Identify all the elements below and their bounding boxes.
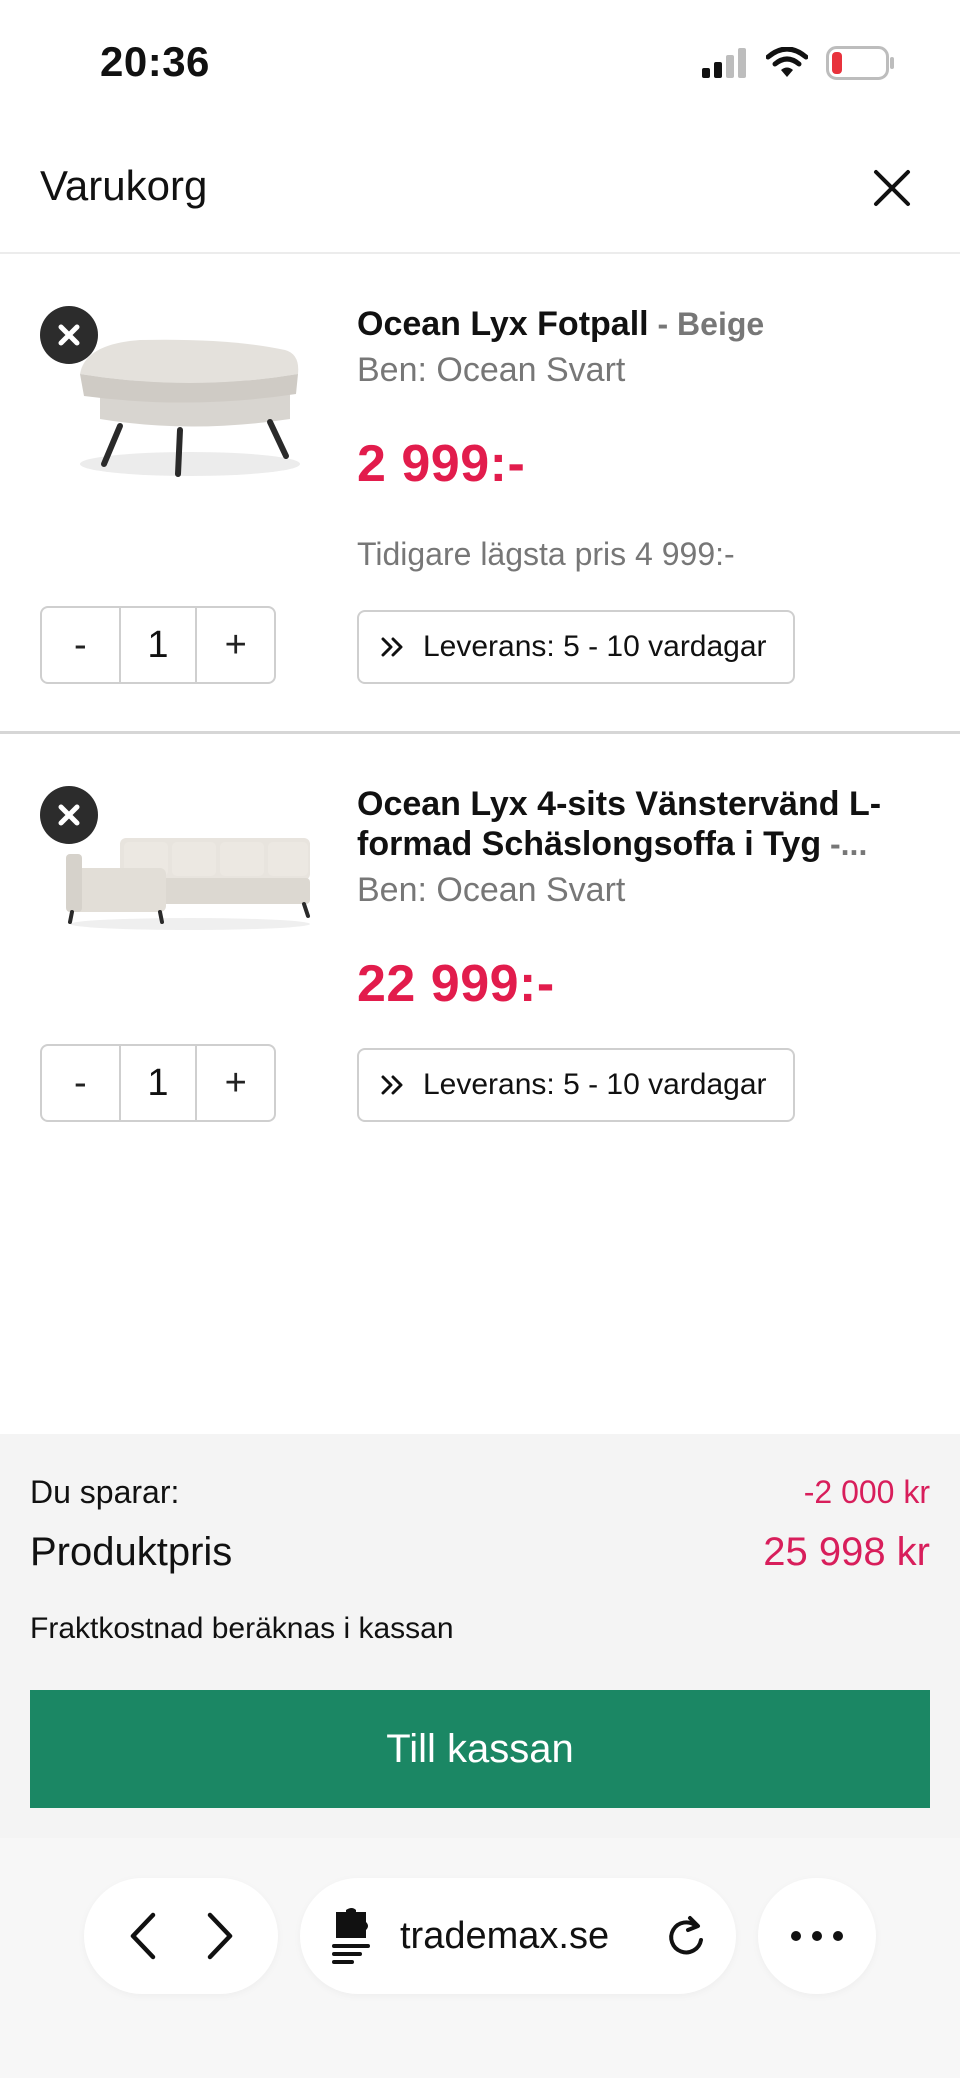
product-variant: - Beige — [648, 306, 765, 342]
corner-sofa-image[interactable] — [60, 824, 320, 934]
product-name[interactable]: Ocean Lyx 4-sits Vänstervänd L-formad Sc… — [357, 784, 910, 864]
decrease-quantity-button[interactable]: - — [42, 608, 119, 682]
forward-icon[interactable] — [202, 1911, 238, 1961]
cart-summary: Du sparar: -2 000 kr Produktpris 25 998 … — [0, 1434, 960, 1838]
reload-icon[interactable] — [666, 1914, 706, 1958]
product-info: Ocean Lyx 4-sits Vänstervänd L-formad Sc… — [357, 784, 910, 1014]
status-bar: 20:36 — [0, 0, 960, 120]
decrease-quantity-button[interactable]: - — [42, 1046, 119, 1120]
close-icon — [58, 324, 80, 346]
increase-quantity-button[interactable]: + — [197, 1046, 274, 1120]
remove-item-button[interactable] — [40, 786, 98, 844]
savings-value: -2 000 kr — [803, 1474, 930, 1510]
delivery-text: Leverans: 5 - 10 vardagar — [423, 630, 767, 663]
more-icon — [791, 1931, 843, 1941]
page-title: Varukorg — [40, 162, 208, 209]
double-chevron-right-icon — [381, 1075, 403, 1095]
product-name-text: Ocean Lyx Fotpall — [357, 305, 649, 343]
quantity-value[interactable]: 1 — [118, 1046, 198, 1120]
product-price: 22 999:- — [357, 955, 555, 1013]
status-time: 20:36 — [100, 38, 210, 85]
product-legs: Ben: Ocean Svart — [357, 351, 626, 389]
cellular-signal-icon — [702, 48, 748, 83]
product-legs: Ben: Ocean Svart — [357, 871, 626, 909]
status-icons — [702, 46, 896, 85]
savings-label: Du sparar: — [30, 1474, 180, 1510]
product-variant: -... — [821, 826, 868, 862]
quantity-stepper: - 1 + — [40, 1044, 276, 1122]
product-name-text: Ocean Lyx 4-sits Vänstervänd L-formad Sc… — [357, 785, 882, 863]
delivery-info[interactable]: Leverans: 5 - 10 vardagar — [357, 610, 795, 684]
product-name[interactable]: Ocean Lyx Fotpall - Beige — [357, 304, 910, 344]
quantity-stepper: - 1 + — [40, 606, 276, 684]
cart-item: Ocean Lyx 4-sits Vänstervänd L-formad Sc… — [0, 734, 960, 1154]
delivery-info[interactable]: Leverans: 5 - 10 vardagar — [357, 1048, 795, 1122]
navigation-buttons — [84, 1878, 278, 1994]
shipping-note: Fraktkostnad beräknas i kassan — [30, 1612, 454, 1645]
product-price: 2 999:- — [357, 435, 526, 493]
extensions-icon[interactable] — [330, 1908, 374, 1964]
product-info: Ocean Lyx Fotpall - Beige Ben: Ocean Sva… — [357, 304, 910, 494]
delivery-text: Leverans: 5 - 10 vardagar — [423, 1068, 767, 1101]
increase-quantity-button[interactable]: + — [197, 608, 274, 682]
total-label: Produktpris — [30, 1530, 233, 1574]
total-value: 25 998 kr — [763, 1530, 930, 1574]
address-bar[interactable]: trademax.se — [300, 1878, 736, 1994]
checkout-button[interactable]: Till kassan — [30, 1690, 930, 1808]
quantity-value[interactable]: 1 — [118, 608, 198, 682]
wifi-icon — [765, 46, 809, 84]
url-text: trademax.se — [400, 1914, 610, 1957]
battery-low-icon — [826, 46, 896, 85]
close-icon — [58, 804, 80, 826]
more-button[interactable] — [758, 1878, 876, 1994]
savings-row: Du sparar: -2 000 kr — [30, 1474, 930, 1511]
remove-item-button[interactable] — [40, 306, 98, 364]
back-icon[interactable] — [125, 1911, 161, 1961]
previous-price: Tidigare lägsta pris 4 999:- — [357, 536, 735, 572]
footstool-image[interactable] — [60, 314, 320, 504]
cart-header: Varukorg — [0, 120, 960, 254]
browser-toolbar: trademax.se — [0, 1838, 960, 2078]
double-chevron-right-icon — [381, 637, 403, 657]
close-icon — [874, 170, 910, 206]
total-row: Produktpris 25 998 kr — [30, 1530, 930, 1575]
cart-item: Ocean Lyx Fotpall - Beige Ben: Ocean Sva… — [0, 254, 960, 734]
close-button[interactable] — [864, 160, 920, 216]
